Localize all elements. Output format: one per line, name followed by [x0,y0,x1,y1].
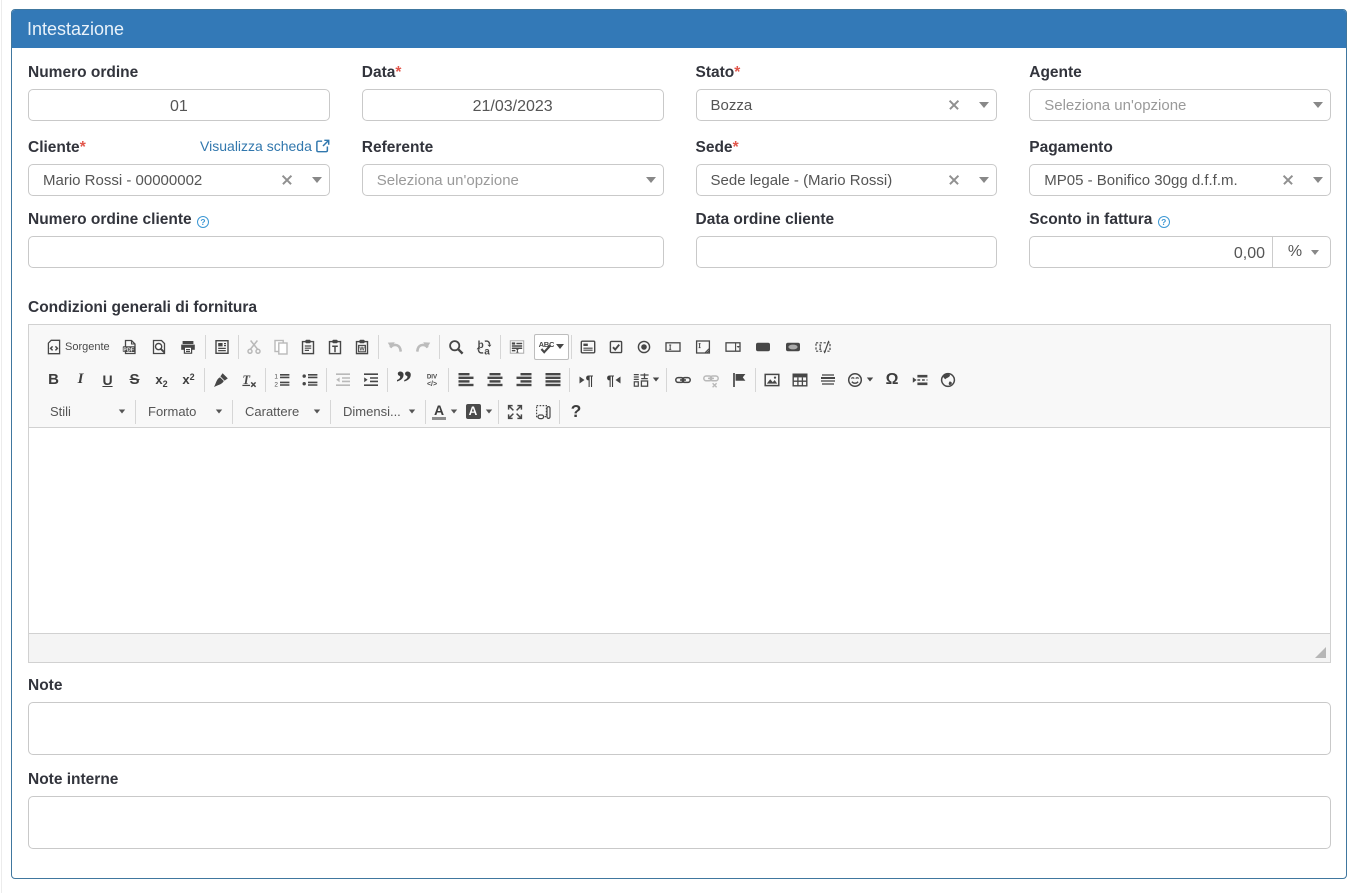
svg-text:PDF: PDF [123,347,134,353]
svg-text:2: 2 [274,381,278,387]
svg-text:ABC: ABC [538,339,553,348]
svg-text:W: W [360,346,366,352]
svg-text:</>: </> [427,381,437,388]
svg-text:a: a [484,346,490,355]
svg-text:DIV: DIV [427,373,438,380]
svg-text:T: T [242,372,251,386]
svg-text:1: 1 [274,373,278,380]
